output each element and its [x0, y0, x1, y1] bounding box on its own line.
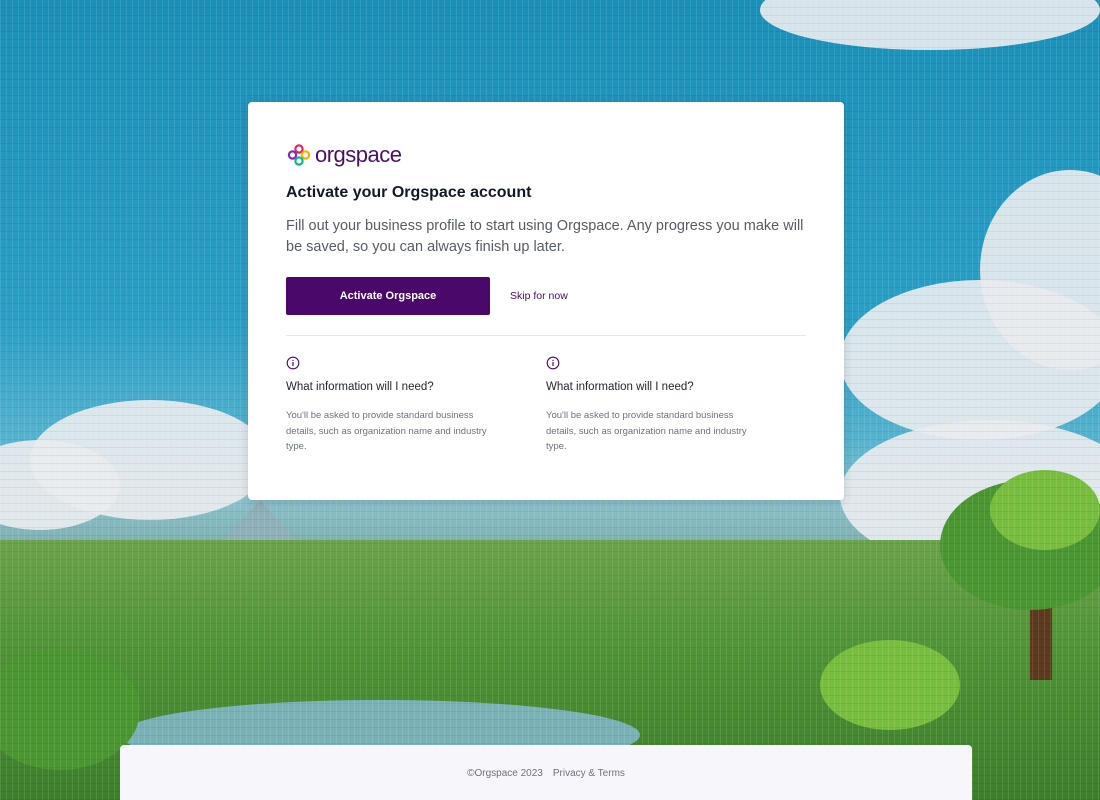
orgspace-logo-text: orgspace	[315, 142, 402, 167]
activation-card: orgspace Activate your Orgspace account …	[248, 102, 844, 500]
copyright-text: ©Orgspace 2023	[467, 768, 543, 779]
info-item: What information will I need? You'll be …	[546, 356, 806, 455]
activate-orgspace-button[interactable]: Activate Orgspace	[286, 277, 490, 315]
footer: ©Orgspace 2023 Privacy & Terms	[120, 745, 972, 800]
info-icon	[546, 356, 560, 370]
info-title: What information will I need?	[286, 381, 434, 393]
orgspace-logo-icon	[287, 144, 311, 166]
page-description: Fill out your business profile to start …	[286, 218, 804, 255]
info-item: What information will I need? You'll be …	[286, 356, 546, 455]
info-section: What information will I need? You'll be …	[286, 356, 806, 455]
divider	[286, 335, 806, 336]
page-title: Activate your Orgspace account	[286, 184, 532, 201]
info-text: You'll be asked to provide standard busi…	[546, 410, 747, 452]
info-icon	[286, 356, 300, 370]
background-tree-crown	[990, 470, 1100, 550]
skip-for-now-link[interactable]: Skip for now	[510, 290, 568, 302]
info-title: What information will I need?	[546, 381, 694, 393]
action-row: Activate Orgspace Skip for now	[286, 277, 806, 315]
privacy-terms-link[interactable]: Privacy & Terms	[553, 768, 625, 800]
background-bush	[820, 640, 960, 730]
orgspace-logo: orgspace	[286, 142, 806, 168]
info-text: You'll be asked to provide standard busi…	[286, 410, 487, 452]
